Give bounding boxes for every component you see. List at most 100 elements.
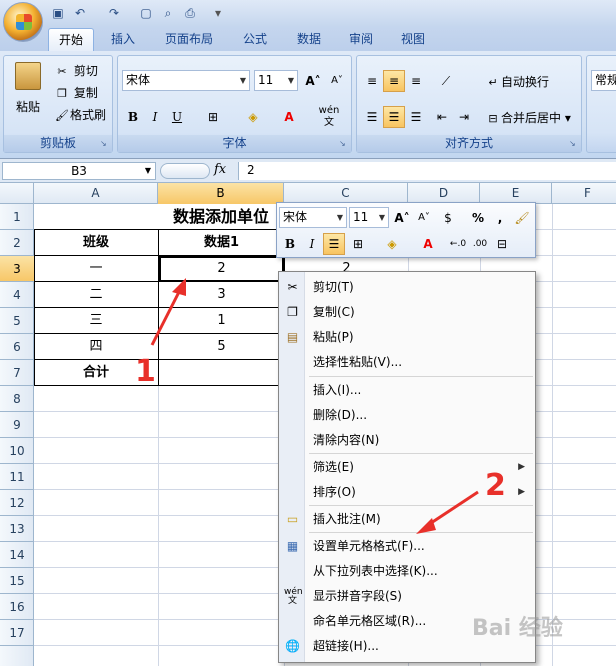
mini-borders-button[interactable]: ⊞ <box>347 233 369 255</box>
column-header-b[interactable]: B <box>158 183 284 204</box>
tab-page-layout[interactable]: 页面布局 <box>156 28 222 51</box>
fill-color-button[interactable]: ◈ <box>242 106 264 128</box>
cell-b4[interactable]: 3 <box>159 282 284 308</box>
undo-icon[interactable]: ↶ <box>72 5 88 21</box>
header-data1[interactable]: 数据1 <box>159 230 284 256</box>
dialog-launcher-icon[interactable]: ↘ <box>100 139 110 149</box>
bold-button[interactable]: B <box>122 106 144 128</box>
new-icon[interactable]: ▢ <box>138 5 154 21</box>
borders-button[interactable]: ⊞ <box>202 106 224 128</box>
insert-function-button[interactable]: fx <box>214 162 226 177</box>
row-header[interactable]: 7 <box>0 360 34 386</box>
row-header[interactable]: 13 <box>0 516 34 542</box>
copy-button[interactable]: ❐ 复制 <box>54 84 98 102</box>
menu-item-paste-special[interactable]: 选择性粘贴(V)... <box>279 350 535 375</box>
column-header-c[interactable]: C <box>284 183 408 204</box>
customize-qat-icon[interactable]: ▾ <box>210 5 226 21</box>
merge-center-button[interactable]: ⊟ 合并后居中 ▾ <box>485 109 570 127</box>
grow-font-button[interactable]: A˄ <box>302 70 324 92</box>
row-header[interactable]: 1 <box>0 204 34 230</box>
mini-percent-button[interactable]: % <box>467 207 489 229</box>
menu-item-insert-comment[interactable]: ▭ 插入批注(M) <box>279 507 535 532</box>
mini-fill-color-button[interactable]: ◈ <box>381 233 403 255</box>
shrink-font-button[interactable]: A˅ <box>326 70 348 92</box>
office-button[interactable] <box>3 2 43 42</box>
align-center-button[interactable]: ☰ <box>383 106 405 128</box>
mini-font-color-button[interactable]: A <box>417 233 439 255</box>
mini-decrease-decimal-button[interactable]: .00 <box>469 233 491 255</box>
select-all-corner[interactable] <box>0 183 34 204</box>
menu-item-cut[interactable]: ✂ 剪切(T) <box>279 275 535 300</box>
formula-input[interactable]: 2 <box>238 162 616 180</box>
menu-item-delete[interactable]: 删除(D)... <box>279 403 535 428</box>
row-header[interactable]: 10 <box>0 438 34 464</box>
dialog-launcher-icon[interactable]: ↘ <box>569 139 579 149</box>
mini-shrink-font-button[interactable]: A˅ <box>413 207 435 229</box>
align-top-button[interactable]: ≡ <box>361 70 383 92</box>
mini-accounting-button[interactable]: $ <box>437 207 459 229</box>
phonetic-button[interactable]: wén 文 <box>314 104 344 128</box>
cell-b5[interactable]: 1 <box>159 308 284 334</box>
font-color-button[interactable]: A <box>278 106 300 128</box>
row-header[interactable]: 3 <box>0 256 34 282</box>
menu-item-copy[interactable]: ❐ 复制(C) <box>279 300 535 325</box>
mini-comma-button[interactable]: , <box>489 207 511 229</box>
paste-button[interactable]: 粘贴 <box>10 62 46 120</box>
header-class[interactable]: 班级 <box>34 230 158 256</box>
menu-item-show-phonetic[interactable]: wén 文显示拼音字段(S) <box>279 584 535 609</box>
cell-a5[interactable]: 三 <box>34 308 158 334</box>
italic-button[interactable]: I <box>144 106 166 128</box>
menu-item-clear-contents[interactable]: 清除内容(N) <box>279 428 535 453</box>
align-bottom-button[interactable]: ≡ <box>405 70 427 92</box>
row-header[interactable]: 11 <box>0 464 34 490</box>
cell-a4[interactable]: 二 <box>34 282 158 308</box>
cell-a3[interactable]: 一 <box>34 256 158 282</box>
row-header[interactable]: 14 <box>0 542 34 568</box>
tab-home[interactable]: 开始 <box>48 28 94 51</box>
row-header[interactable]: 5 <box>0 308 34 334</box>
menu-item-paste[interactable]: ▤ 粘贴(P) <box>279 325 535 350</box>
dialog-launcher-icon[interactable]: ↘ <box>339 139 349 149</box>
format-painter-button[interactable]: 🖌格式刷 <box>54 106 106 124</box>
formula-bar-collapse[interactable] <box>160 163 210 179</box>
print-icon[interactable]: ⎙ <box>182 5 198 21</box>
align-middle-button[interactable]: ≡ <box>383 70 405 92</box>
menu-item-format-cells[interactable]: ▦ 设置单元格格式(F)... <box>279 534 535 559</box>
wrap-text-button[interactable]: ↵ 自动换行 <box>485 73 549 91</box>
align-left-button[interactable]: ☰ <box>361 106 383 128</box>
name-box[interactable]: B3 ▼ <box>2 162 156 180</box>
cut-button[interactable]: ✂ 剪切 <box>54 62 97 80</box>
column-header-a[interactable]: A <box>34 183 158 204</box>
row-header[interactable]: 8 <box>0 386 34 412</box>
save-icon[interactable]: ▣ <box>50 5 66 21</box>
mini-italic-button[interactable]: I <box>301 233 323 255</box>
menu-item-pick-from-list[interactable]: 从下拉列表中选择(K)... <box>279 559 535 584</box>
redo-icon[interactable]: ↷ <box>106 5 122 21</box>
underline-button[interactable]: U <box>166 106 188 128</box>
tab-formulas[interactable]: 公式 <box>232 28 278 51</box>
mini-increase-decimal-button[interactable]: ←.0 <box>447 233 469 255</box>
tab-data[interactable]: 数据 <box>286 28 332 51</box>
font-name-combo[interactable]: 宋体 ▼ <box>122 70 250 91</box>
mini-bold-button[interactable]: B <box>279 233 301 255</box>
mini-font-combo[interactable]: 宋体 ▼ <box>279 207 347 228</box>
cell-b6[interactable]: 5 <box>159 334 284 360</box>
menu-item-insert[interactable]: 插入(I)... <box>279 378 535 403</box>
column-header-f[interactable]: F <box>552 183 616 204</box>
mini-grow-font-button[interactable]: A˄ <box>391 207 413 229</box>
orientation-button[interactable]: ⟋ <box>435 70 457 92</box>
tab-insert[interactable]: 插入 <box>100 28 146 51</box>
mini-merge-button[interactable]: ⊟ <box>491 233 513 255</box>
row-header[interactable]: 16 <box>0 594 34 620</box>
column-header-e[interactable]: E <box>480 183 552 204</box>
column-header-d[interactable]: D <box>408 183 480 204</box>
tab-review[interactable]: 审阅 <box>338 28 384 51</box>
tab-view[interactable]: 视图 <box>390 28 436 51</box>
row-header[interactable]: 12 <box>0 490 34 516</box>
row-header[interactable]: 9 <box>0 412 34 438</box>
mini-center-button[interactable]: ☰ <box>323 233 345 255</box>
cell-b3-selected[interactable]: 2 <box>159 256 284 282</box>
mini-size-combo[interactable]: 11 ▼ <box>349 207 389 228</box>
font-size-combo[interactable]: 11 ▼ <box>254 70 298 91</box>
decrease-indent-button[interactable]: ⇤ <box>431 106 453 128</box>
